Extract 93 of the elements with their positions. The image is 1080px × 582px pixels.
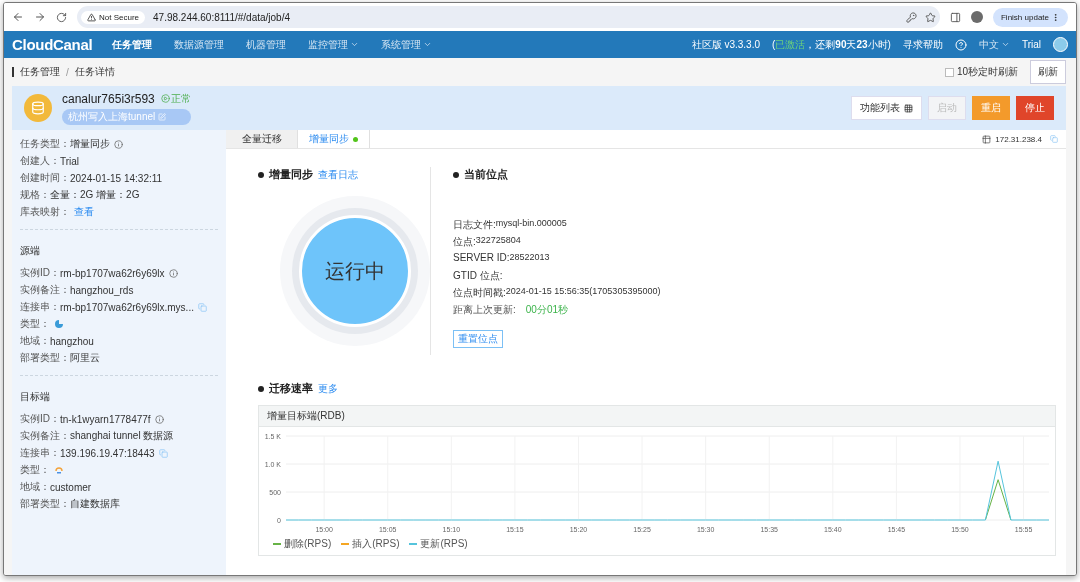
running-status: 运行中 [299,215,411,327]
field-label: 实例备注： [20,283,70,297]
field-label: 任务类型： [20,137,70,151]
help-icon[interactable] [954,38,967,51]
section-title: 目标端 [20,390,51,404]
field-value: 阿里云 [70,351,100,365]
info-icon[interactable] [154,414,164,424]
field-value: Trial [60,155,80,167]
section-heading: 当前位点 [464,167,508,182]
view-log-link[interactable]: 查看日志 [318,167,358,182]
field-value: 自建数据库 [70,497,120,511]
field-label: 创建时间： [20,171,70,185]
field-value: customer [50,481,92,493]
reset-position-button[interactable]: 重置位点 [453,330,503,348]
more-link[interactable]: 更多 [318,381,338,396]
reload-icon[interactable] [56,11,67,23]
nav-item[interactable]: 监控管理 [308,37,360,52]
edit-icon [158,112,167,121]
breadcrumb-item[interactable]: 任务管理 [20,65,60,79]
security-chip[interactable]: Not Secure [81,10,146,24]
auto-refresh-checkbox[interactable]: 10秒定时刷新 [944,65,1018,79]
action-button[interactable]: 停止 [1016,96,1054,120]
tab[interactable]: 全量迁移 [226,130,298,148]
profile-avatar[interactable] [970,11,983,23]
job-name: canalur765i3r593 [62,91,155,106]
info-icon[interactable] [114,139,123,149]
legend-item[interactable]: 删除(RPS) [273,537,332,551]
warning-icon [87,12,96,22]
position-info: SERVER ID:28522013 [453,252,551,263]
action-button[interactable]: 功能列表 [851,96,922,120]
grid-icon [904,103,913,113]
url-text: 47.98.244.60:8111/#/data/job/4 [153,11,291,23]
section-heading: 迁移速率 [269,381,313,396]
edition-label: 社区版 v3.3.3.0 [691,37,760,52]
field-value: 139.196.19.47:18443 [60,447,155,459]
position-info: GTID 位点: [453,269,504,280]
help-link[interactable]: 寻求帮助 [902,37,943,52]
update-button[interactable]: Finish update [992,7,1068,27]
legend-item[interactable]: 更新(RPS) [409,537,468,551]
user-name[interactable]: Trial [1021,39,1041,50]
address-bar[interactable]: Not Secure 47.98.244.60:8111/#/data/job/4 [77,6,940,28]
field-label: 创建人： [20,154,60,168]
view-link[interactable]: 查看 [74,205,94,219]
field-value: rm-bp1707wa62r6y69lx.mys... [60,301,194,313]
field-value: 2024-01-15 14:32:11 [70,172,163,184]
nav-item[interactable]: 数据源管理 [174,37,225,52]
section-heading: 增量同步 [269,167,313,182]
legend-item[interactable]: 插入(RPS) [341,537,400,551]
user-avatar[interactable] [1053,37,1068,52]
database-icon [24,94,52,122]
field-value: rm-bp1707wa62r6y69lx [60,267,165,279]
more-icon [1051,12,1060,22]
field-value: hangzhou [50,335,94,347]
field-label: 实例ID： [20,266,60,280]
field-label: 规格： [20,188,50,202]
field-value: 增量同步 [70,137,110,151]
field-label: 实例ID： [20,412,60,426]
field-label: 地域： [20,334,50,348]
side-panel-icon[interactable] [949,11,961,23]
license-status: (已激活，还剩90天23小时) [772,37,891,52]
position-info: 距离上次更新: 00分01秒 [453,303,570,314]
key-icon[interactable] [905,11,917,23]
field-label: 地域： [20,480,50,494]
field-value: shanghai tunnel 数据源 [70,429,174,443]
chart-title: 增量目标端(RDB) [259,406,1055,427]
field-label: 类型： [20,463,50,477]
field-value: hangzhou_rds [70,284,134,296]
breadcrumb-separator: / [66,66,69,78]
job-status: 正常 [160,91,191,106]
back-icon[interactable] [12,11,24,23]
field-label: 实例备注： [20,429,70,443]
field-label: 部署类型： [20,497,70,511]
play-icon [160,94,170,103]
chevron-down-icon [1000,40,1010,49]
nav-item[interactable]: 系统管理 [381,37,433,52]
field-label: 连接串： [20,446,60,460]
info-icon[interactable] [168,268,178,278]
field-label: 连接串： [20,300,60,314]
field-value: tn-k1wyarn1778477f [60,413,151,425]
nav-item[interactable]: 任务管理 [112,37,153,52]
field-label: 库表映射： [20,205,70,219]
field-label: 类型： [20,317,50,331]
forward-icon[interactable] [34,11,46,23]
nav-item[interactable]: 机器管理 [246,37,287,52]
breadcrumb-item: 任务详情 [74,65,115,79]
star-icon[interactable] [924,11,936,23]
logo[interactable]: CloudCanal [12,36,93,53]
field-label: 部署类型： [20,351,70,365]
language-menu[interactable]: 中文 [978,37,1010,52]
field-value: 全量：2G 增量：2G [50,188,140,202]
refresh-button[interactable]: 刷新 [1030,60,1066,84]
section-title: 源端 [20,244,41,258]
server-address: 172.31.238.4 [995,134,1042,144]
